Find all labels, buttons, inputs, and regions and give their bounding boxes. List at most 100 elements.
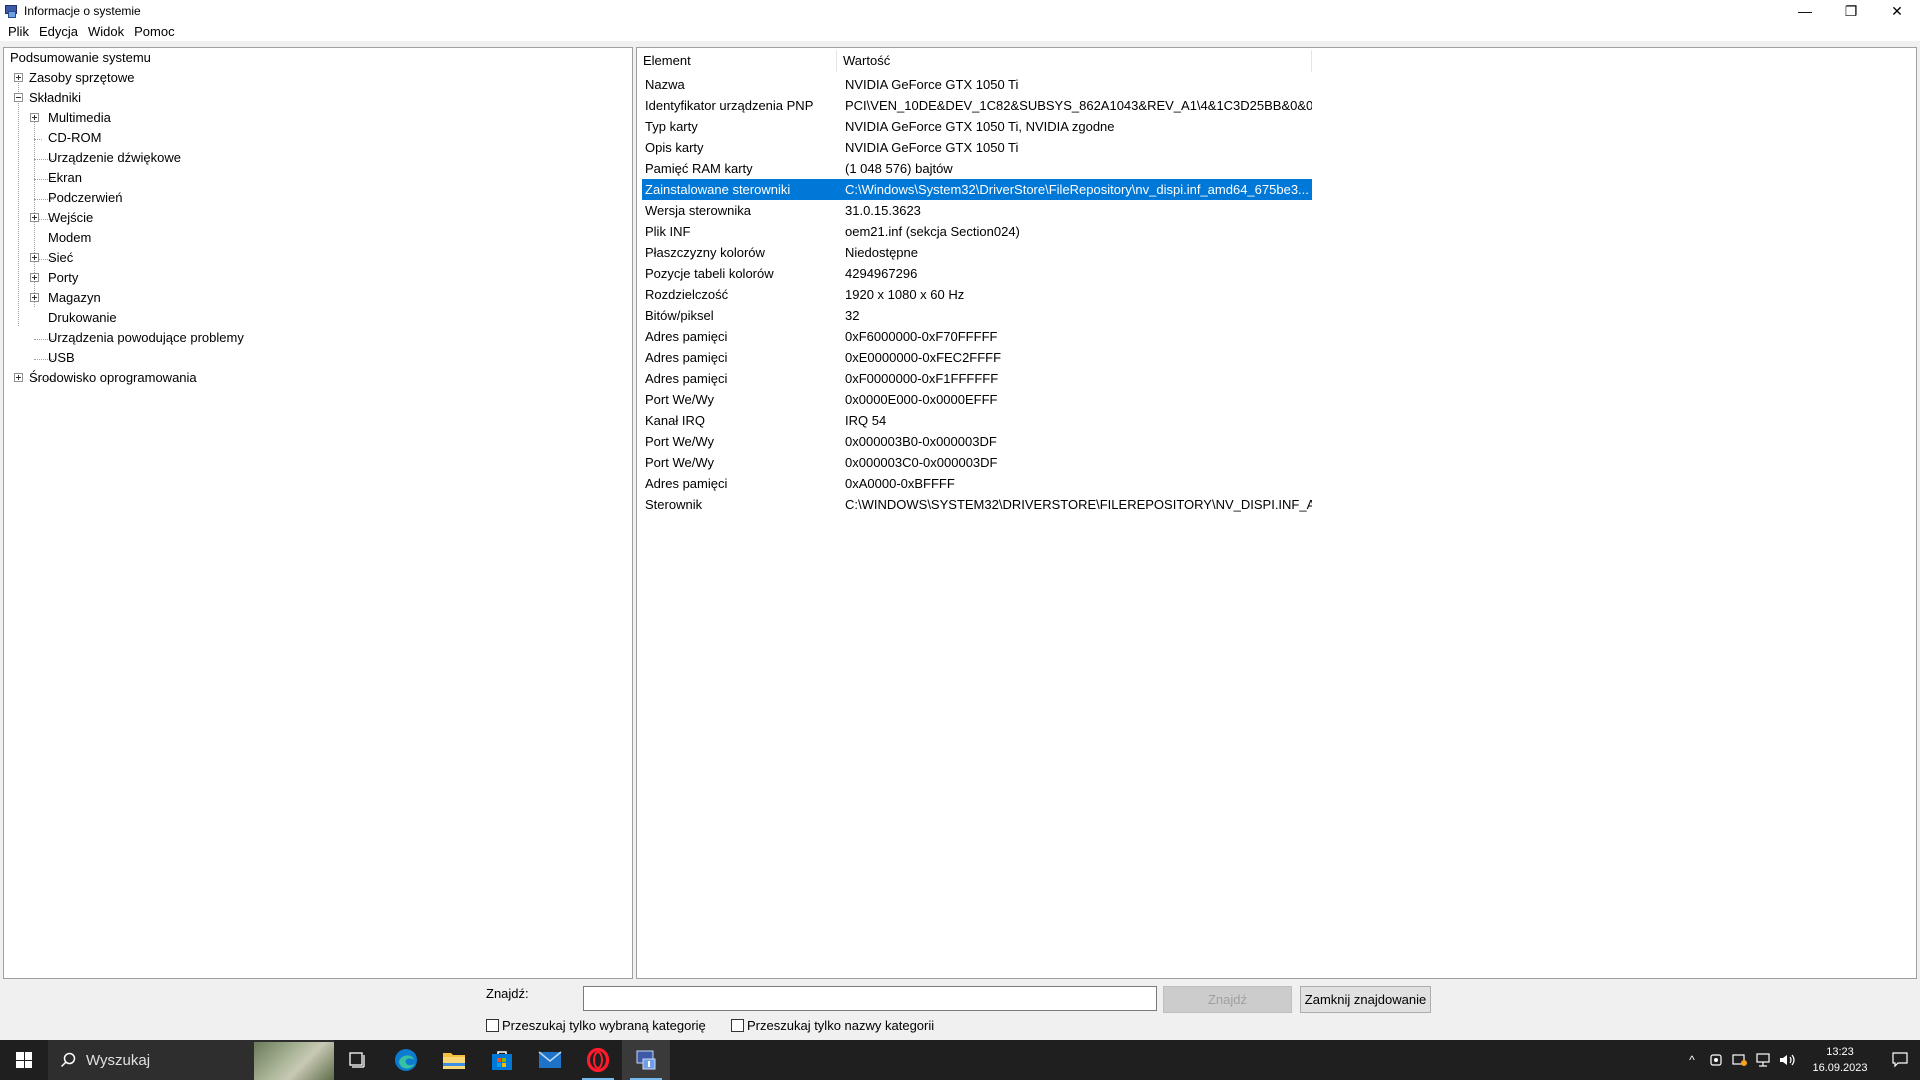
volume-icon[interactable] — [1776, 1040, 1800, 1080]
table-row[interactable]: Nazwa NVIDIA GeForce GTX 1050 Ti — [642, 74, 1312, 95]
cell-element: Rozdzielczość — [645, 287, 729, 302]
table-row[interactable]: Opis karty NVIDIA GeForce GTX 1050 Ti — [642, 137, 1312, 158]
table-row[interactable]: Port We/Wy 0x000003B0-0x000003DF — [642, 431, 1312, 452]
table-row[interactable]: Port We/Wy 0x000003C0-0x000003DF — [642, 452, 1312, 473]
edge-button[interactable] — [382, 1040, 430, 1080]
menu-view[interactable]: Widok — [83, 24, 129, 39]
table-row[interactable]: Plik INF oem21.inf (sekcja Section024) — [642, 221, 1312, 242]
expand-icon[interactable] — [14, 373, 23, 382]
find-button[interactable]: Znajdź — [1163, 986, 1292, 1013]
tree-item-components[interactable]: Składniki — [29, 88, 81, 108]
expand-icon[interactable] — [30, 253, 39, 262]
system-tray: ^ 13:23 16.09.2023 — [1680, 1040, 1920, 1080]
taskbar-search[interactable]: Wyszukaj — [48, 1040, 334, 1080]
tree-item-network[interactable]: Sieć — [48, 248, 73, 268]
clock-time: 13:23 — [1826, 1046, 1854, 1058]
table-row[interactable]: Typ karty NVIDIA GeForce GTX 1050 Ti, NVI… — [642, 116, 1312, 137]
details-table: Element Wartość Nazwa NVIDIA GeForce GTX … — [636, 47, 1917, 979]
tree-item-problem-devices[interactable]: Urządzenia powodujące problemy — [48, 328, 244, 348]
table-row[interactable]: Zainstalowane sterowniki C:\Windows\Syste… — [642, 179, 1312, 200]
microsoft-store-button[interactable] — [478, 1040, 526, 1080]
cell-value: 0x000003B0-0x000003DF — [845, 434, 997, 449]
table-row[interactable]: Pozycje tabeli kolorów 4294967296 — [642, 263, 1312, 284]
table-row[interactable]: Adres pamięci 0xF6000000-0xF70FFFFF — [642, 326, 1312, 347]
table-row[interactable]: Kanał IRQ IRQ 54 — [642, 410, 1312, 431]
expand-icon[interactable] — [30, 113, 39, 122]
table-row[interactable]: Bitów/piksel 32 — [642, 305, 1312, 326]
edge-icon — [395, 1049, 417, 1071]
close-button[interactable]: ✕ — [1874, 0, 1920, 22]
menu-edit[interactable]: Edycja — [34, 24, 83, 39]
expand-icon[interactable] — [14, 73, 23, 82]
cell-element: Port We/Wy — [645, 434, 714, 449]
table-row[interactable]: Płaszczyzny kolorów Niedostępne — [642, 242, 1312, 263]
cell-element: Wersja sterownika — [645, 203, 751, 218]
search-category-names-option[interactable]: Przeszukaj tylko nazwy kategorii — [731, 1018, 934, 1033]
opera-button[interactable] — [574, 1040, 622, 1080]
cell-value: 4294967296 — [845, 266, 918, 281]
tree-line — [18, 76, 19, 326]
tray-app-icon[interactable] — [1704, 1040, 1728, 1080]
cell-value: oem21.inf (sekcja Section024) — [845, 224, 1020, 239]
tree-item-cd-rom[interactable]: CD-ROM — [48, 128, 101, 148]
column-header-element[interactable]: Element — [637, 50, 837, 72]
system-information-taskbar-button[interactable] — [622, 1040, 670, 1080]
cell-element: Sterownik — [645, 497, 703, 512]
tree-item-software-environment[interactable]: Środowisko oprogramowania — [29, 368, 197, 388]
file-explorer-button[interactable] — [430, 1040, 478, 1080]
table-row[interactable]: Adres pamięci 0xA0000-0xBFFFF — [642, 473, 1312, 494]
notification-icon — [1892, 1052, 1908, 1068]
cell-value: IRQ 54 — [845, 413, 887, 428]
expand-icon[interactable] — [30, 273, 39, 282]
table-row[interactable]: Identyfikator urządzenia PNP PCI\VEN_10DE… — [642, 95, 1312, 116]
cell-element: Adres pamięci — [645, 476, 728, 491]
find-input[interactable] — [583, 986, 1157, 1011]
cell-value: NVIDIA GeForce GTX 1050 Ti — [845, 140, 1019, 155]
tree-item-ports[interactable]: Porty — [48, 268, 78, 288]
collapse-icon[interactable] — [14, 93, 23, 102]
category-tree[interactable]: Podsumowanie systemu Zasoby sprzętowe Sk… — [3, 47, 633, 979]
cell-element: Opis karty — [645, 140, 704, 155]
minimize-button[interactable]: — — [1782, 0, 1828, 22]
cell-value: 0xE0000000-0xFEC2FFFF — [845, 350, 1002, 365]
tree-item-multimedia[interactable]: Multimedia — [48, 108, 111, 128]
cell-value: C:\WINDOWS\SYSTEM32\DRIVERSTORE\FILEREPO… — [845, 497, 1312, 512]
close-find-button[interactable]: Zamknij znajdowanie — [1300, 986, 1431, 1013]
start-button[interactable] — [0, 1040, 48, 1080]
network-icon[interactable] — [1752, 1040, 1776, 1080]
tree-item-sound-device[interactable]: Urządzenie dźwiękowe — [48, 148, 181, 168]
tree-item-modem[interactable]: Modem — [48, 228, 91, 248]
mail-button[interactable] — [526, 1040, 574, 1080]
table-row[interactable]: Pamięć RAM karty (1 048 576) bajtów — [642, 158, 1312, 179]
taskbar-clock[interactable]: 13:23 16.09.2023 — [1800, 1044, 1880, 1076]
tray-overflow-chevron[interactable]: ^ — [1680, 1040, 1704, 1080]
tree-item-printing[interactable]: Drukowanie — [48, 308, 117, 328]
expand-icon[interactable] — [30, 213, 39, 222]
system-information-icon — [636, 1050, 656, 1070]
tree-item-usb[interactable]: USB — [48, 348, 75, 368]
table-row[interactable]: Rozdzielczość 1920 x 1080 x 60 Hz — [642, 284, 1312, 305]
table-row[interactable]: Adres pamięci 0xF0000000-0xF1FFFFFF — [642, 368, 1312, 389]
table-row[interactable]: Adres pamięci 0xE0000000-0xFEC2FFFF — [642, 347, 1312, 368]
tree-item-system-summary[interactable]: Podsumowanie systemu — [10, 48, 151, 68]
task-view-button[interactable] — [334, 1040, 382, 1080]
tree-item-hardware-resources[interactable]: Zasoby sprzętowe — [29, 68, 135, 88]
search-category-names-checkbox[interactable] — [731, 1019, 744, 1032]
table-row[interactable]: Port We/Wy 0x0000E000-0x0000EFFF — [642, 389, 1312, 410]
windows-logo-icon — [16, 1052, 32, 1068]
tree-item-input[interactable]: Wejście — [48, 208, 93, 228]
tree-item-infrared[interactable]: Podczerwień — [48, 188, 122, 208]
table-row[interactable]: Wersja sterownika 31.0.15.3623 — [642, 200, 1312, 221]
menu-file[interactable]: Plik — [3, 24, 34, 39]
search-selected-category-option[interactable]: Przeszukaj tylko wybraną kategorię — [486, 1018, 706, 1033]
column-header-value[interactable]: Wartość — [837, 50, 1312, 72]
menu-help[interactable]: Pomoc — [129, 24, 179, 39]
table-row[interactable]: Sterownik C:\WINDOWS\SYSTEM32\DRIVERSTORE… — [642, 494, 1312, 515]
notification-center-button[interactable] — [1880, 1052, 1920, 1068]
restore-button[interactable]: ❐ — [1828, 0, 1874, 22]
tree-item-display[interactable]: Ekran — [48, 168, 82, 188]
security-icon[interactable] — [1728, 1040, 1752, 1080]
search-selected-category-checkbox[interactable] — [486, 1019, 499, 1032]
tree-item-storage[interactable]: Magazyn — [48, 288, 101, 308]
expand-icon[interactable] — [30, 293, 39, 302]
